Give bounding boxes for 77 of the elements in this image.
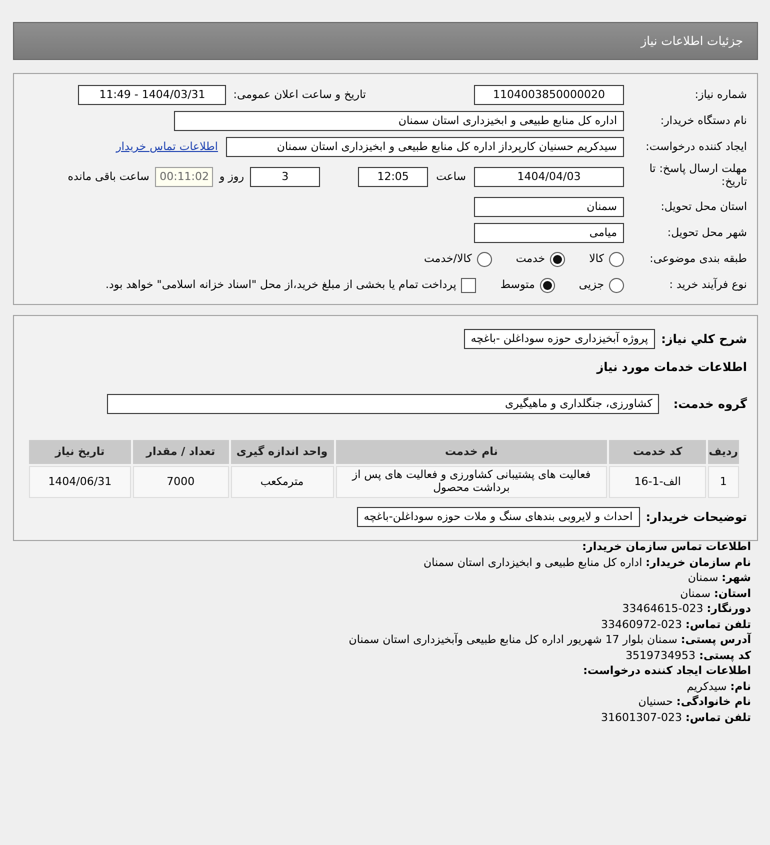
column-header: نام خدمت (336, 440, 608, 464)
value-field: احداث و لایروبی بندهای سنگ و ملات حوزه سوداغلن-باغچه (356, 507, 640, 527)
info-label: کد پستی: (699, 648, 751, 662)
section-title: اطلاعات تماس سازمان خریدار: (581, 539, 751, 554)
info-label: نام خانوادگی: (676, 695, 751, 708)
value-field: پروژه آبخیزداری حوزه سوداغلن -باغچه (464, 329, 656, 349)
option-label: کالا/خدمت (424, 250, 472, 267)
value-field: میامی (474, 223, 624, 243)
info-value: سمنان (688, 571, 718, 584)
field-label: تاریخ و ساعت اعلان عمومی: (233, 86, 366, 103)
info-label: شهر: (722, 571, 751, 584)
info-value: 023-33460972 (601, 618, 682, 630)
option-label: متوسط (500, 276, 535, 293)
info-label: نام: (730, 680, 751, 692)
field-label: نام دستگاه خریدار: (659, 112, 747, 129)
table-cell: 1 (708, 466, 739, 498)
contact-link[interactable]: اطلاعات تماس خریدار (116, 138, 218, 156)
info-value: سمنان (680, 586, 710, 600)
table-cell: مترمکعب (230, 466, 334, 498)
field-label: گروه خدمت: (673, 396, 747, 413)
option-label: جزیی (578, 276, 604, 293)
option-label: پرداخت تمام یا بخشی از مبلغ خرید،از محل "اسناد خزانه اسلامی" خواهد بود. (106, 276, 456, 293)
field-label: شرح كلي نياز: (661, 331, 747, 348)
field-label: طبقه بندی موضوعی: (648, 250, 747, 267)
radio-button[interactable] (609, 278, 624, 292)
column-header: تاریخ نیاز (29, 440, 131, 464)
radio-button[interactable] (609, 252, 624, 266)
table-cell: 1404/06/31 (29, 466, 131, 498)
field-label: شهر محل تحویل: (666, 224, 747, 241)
info-value: 3519734953 (626, 648, 696, 662)
info-label: نام سازمان خریدار: (646, 556, 751, 568)
info-value: حسنیان (638, 695, 673, 708)
column-header: واحد اندازه گیری (230, 440, 334, 464)
checkbox[interactable] (461, 278, 476, 292)
table-cell: فعالیت های پشتیبانی کشاورزی و فعالیت های پس از برداشت محصول (336, 466, 608, 498)
value-field: سیدکریم حسنیان کارپرداز اداره کل منابع طبیعی و ابخیزداری استان سمنان (226, 137, 624, 157)
section-title: اطلاعات خدمات مورد نياز (596, 359, 747, 376)
value-field: 1104003850000020 (474, 85, 624, 105)
field-label: نوع فرآیند خرید : (668, 276, 747, 293)
radio-button[interactable] (540, 278, 555, 292)
timer-field: 00:11:02 (155, 167, 214, 187)
section-title: اطلاعات ایجاد کننده درخواست: (582, 663, 751, 678)
field-label: مهلت ارسال پاسخ: تا تاریخ: (648, 161, 747, 188)
option-label: خدمت (516, 250, 546, 267)
radio-button[interactable] (476, 252, 492, 266)
field-label: روز و (219, 168, 244, 185)
field-label: شماره نیاز: (694, 86, 747, 103)
field-label: ایجاد کننده درخواست: (644, 138, 747, 155)
info-value: 023-31601307 (601, 710, 682, 724)
field-label: توضیحات خریدار: (646, 509, 747, 526)
info-label: دورنگار: (706, 602, 751, 615)
value-field: 1404/04/03 (474, 167, 624, 187)
value-field: سمنان (474, 197, 624, 217)
field-label: استان محل تحویل: (660, 198, 747, 215)
info-value: 023-33464615 (622, 602, 704, 615)
column-header: کد خدمت (609, 440, 706, 464)
value-field: 3 (250, 167, 320, 187)
option-label: کالا (589, 250, 604, 267)
info-value: اداره کل منابع طبیعی و ابخیزداری استان سمنان (424, 556, 642, 568)
table-cell: الف-1-16 (609, 466, 706, 498)
column-header: ردیف (708, 440, 739, 464)
value-field: اداره کل منابع طبیعی و ابخیزداری استان سمنان (174, 111, 624, 131)
value-field: کشاورزی، جنگلداری و ماهیگیری (107, 394, 660, 414)
field-label: ساعت (436, 168, 466, 185)
info-label: تلفن تماس: (686, 618, 751, 630)
info-value: سمنان بلوار 17 شهریور اداره کل منابع طبیعی وآبخیزداری استان سمنان (348, 633, 678, 646)
info-label: استان: (714, 586, 751, 600)
value-field: 12:05 (358, 167, 428, 187)
column-header: تعداد / مقدار (132, 440, 229, 464)
radio-button[interactable] (550, 252, 566, 266)
info-label: تلفن تماس: (686, 710, 751, 724)
table-cell: 7000 (132, 466, 229, 498)
field-label: ساعت باقی مانده (68, 168, 150, 185)
page-title: جزئیات اطلاعات نیاز (13, 22, 758, 60)
info-value: سیدکریم (686, 680, 727, 692)
info-label: آدرس پستی: (680, 633, 751, 646)
value-field: 1404/03/31 - 11:49 (78, 85, 226, 105)
